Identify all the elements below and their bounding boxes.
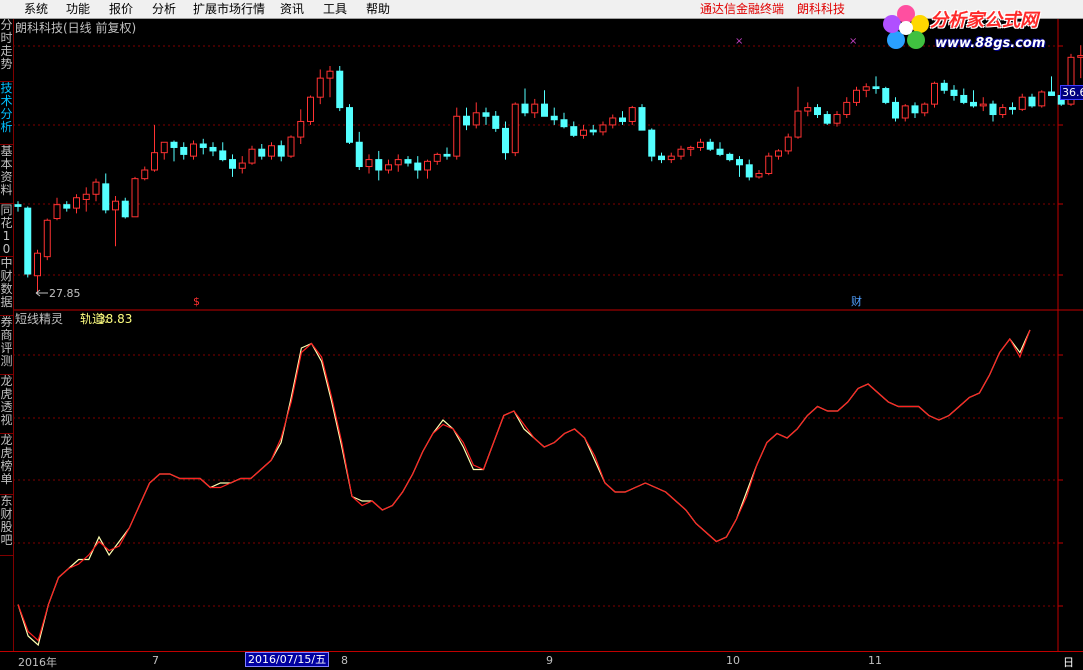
event-marker: × — [849, 36, 857, 47]
candle — [765, 152, 773, 176]
menu-help[interactable]: 帮助 — [366, 1, 390, 17]
cursor-date: 2016/07/15/五 — [245, 652, 330, 667]
candle — [287, 135, 295, 158]
candle — [307, 95, 314, 125]
logo-url[interactable]: www.88gs.com — [935, 36, 1045, 51]
menu-news[interactable]: 资讯 — [280, 1, 304, 17]
candle — [648, 128, 656, 162]
date-label: 11 — [868, 654, 882, 667]
site-logo: 分析家公式网 www.88gs.com — [880, 0, 1083, 60]
menu-analysis[interactable]: 分析 — [152, 1, 176, 17]
sidebar-tab-intraday[interactable]: 分时走势 — [0, 19, 13, 82]
candle — [24, 206, 32, 278]
candle — [882, 86, 890, 105]
sidebar-tab-technical[interactable]: 技术分析 — [0, 82, 13, 145]
logo-title: 分析家公式网 — [930, 10, 1038, 31]
indicator-series-value: 38.83 — [98, 312, 133, 326]
chart-canvas[interactable]: × × — [0, 0, 1083, 667]
flower-logo-icon — [883, 5, 929, 49]
low-price-label: 27.85 — [49, 287, 81, 300]
candle — [931, 81, 938, 108]
candle — [1038, 90, 1046, 108]
event-mark-finance[interactable]: 财 — [851, 295, 862, 309]
sidebar-tab-longhu-view[interactable]: 龙虎透视 — [0, 375, 13, 434]
date-label: 10 — [726, 654, 740, 667]
candle — [638, 104, 646, 131]
date-label: 2016年 — [18, 656, 57, 669]
menu-tools[interactable]: 工具 — [323, 1, 347, 17]
sidebar-tab-fundamentals[interactable]: 基本资料 — [0, 145, 13, 204]
date-label: 8 — [341, 654, 348, 667]
menu-quote[interactable]: 报价 — [109, 1, 133, 17]
candle — [726, 152, 734, 162]
price-tag: 36.6 — [1060, 85, 1083, 100]
candle — [511, 102, 519, 157]
promo-terminal-name: 通达信金融终端 — [700, 2, 785, 16]
date-axis: 2016年 7 8 9 10 11 日 — [0, 651, 1083, 670]
left-sidebar: 分时走势 技术分析 基本资料 同花10 中财数据 券商评测 龙虎透视 龙虎榜单 … — [0, 19, 14, 655]
promo-stock-name: 朗科科技 — [797, 2, 846, 16]
date-label: 7 — [152, 654, 159, 667]
sidebar-tab-tonghua[interactable]: 同花10 — [0, 204, 13, 257]
candle — [43, 218, 51, 261]
menu-system[interactable]: 系统 — [24, 1, 48, 17]
candle — [336, 66, 344, 112]
date-label: 9 — [546, 654, 553, 667]
event-mark-dividend[interactable]: $ — [193, 295, 200, 309]
candle — [121, 197, 129, 219]
sidebar-tab-longhu-list[interactable]: 龙虎榜单 — [0, 434, 13, 495]
sidebar-tab-broker-rating[interactable]: 券商评测 — [0, 316, 13, 375]
sidebar-tab-guba[interactable]: 东财股吧 — [0, 495, 13, 556]
candle — [131, 176, 139, 218]
period-label[interactable]: 日 — [1063, 654, 1074, 670]
menu-function[interactable]: 功能 — [66, 1, 90, 17]
indicator-name: 短线精灵 — [15, 312, 64, 326]
event-marker: × — [735, 36, 743, 47]
upper-panel-title: 朗科科技(日线 前复权) — [15, 21, 137, 35]
menu-extended-market[interactable]: 扩展市场行情 — [193, 1, 265, 17]
candle — [784, 133, 792, 155]
sidebar-tab-caida[interactable]: 中财数据 — [0, 257, 13, 316]
candle — [346, 104, 353, 144]
